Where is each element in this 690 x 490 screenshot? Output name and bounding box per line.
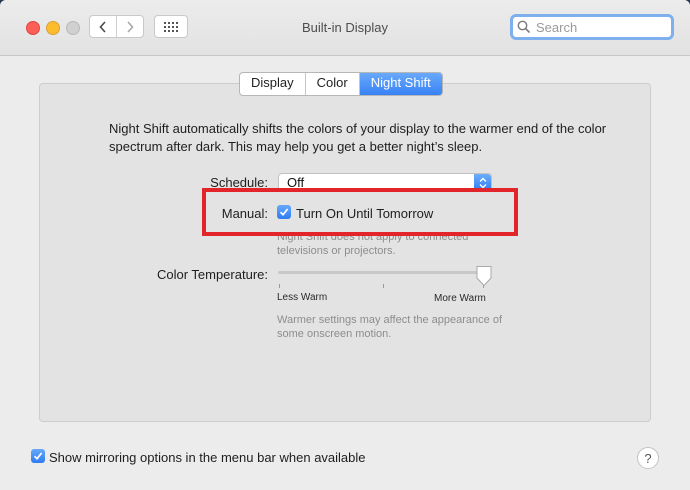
color-temperature-slider[interactable] bbox=[278, 271, 484, 274]
slider-knob[interactable] bbox=[475, 265, 493, 292]
titlebar: Built-in Display Search bbox=[0, 0, 690, 56]
highlight-box bbox=[202, 188, 518, 236]
help-button[interactable]: ? bbox=[637, 447, 659, 469]
tab-bar: Display Color Night Shift bbox=[239, 72, 443, 96]
warmer-note: Warmer settings may affect the appearanc… bbox=[277, 314, 503, 340]
less-warm-label: Less Warm bbox=[277, 292, 328, 303]
checkmark-icon bbox=[33, 452, 43, 460]
tab-color[interactable]: Color bbox=[306, 73, 360, 95]
mirroring-checkbox[interactable] bbox=[31, 449, 45, 463]
mirroring-checkbox-label[interactable]: Show mirroring options in the menu bar w… bbox=[49, 450, 366, 465]
tab-night-shift[interactable]: Night Shift bbox=[359, 73, 442, 95]
slider-tick bbox=[383, 284, 384, 288]
slider-tick bbox=[279, 284, 280, 288]
search-placeholder: Search bbox=[536, 19, 578, 35]
search-icon bbox=[517, 19, 533, 35]
color-temperature-label: Color Temperature: bbox=[156, 267, 268, 282]
search-field[interactable]: Search bbox=[510, 14, 674, 40]
preferences-window: Built-in Display Search Display Color Ni… bbox=[0, 0, 690, 490]
question-mark-icon: ? bbox=[644, 450, 652, 466]
more-warm-label: More Warm bbox=[434, 293, 486, 304]
night-shift-description: Night Shift automatically shifts the col… bbox=[109, 121, 607, 154]
tab-display[interactable]: Display bbox=[240, 73, 306, 95]
